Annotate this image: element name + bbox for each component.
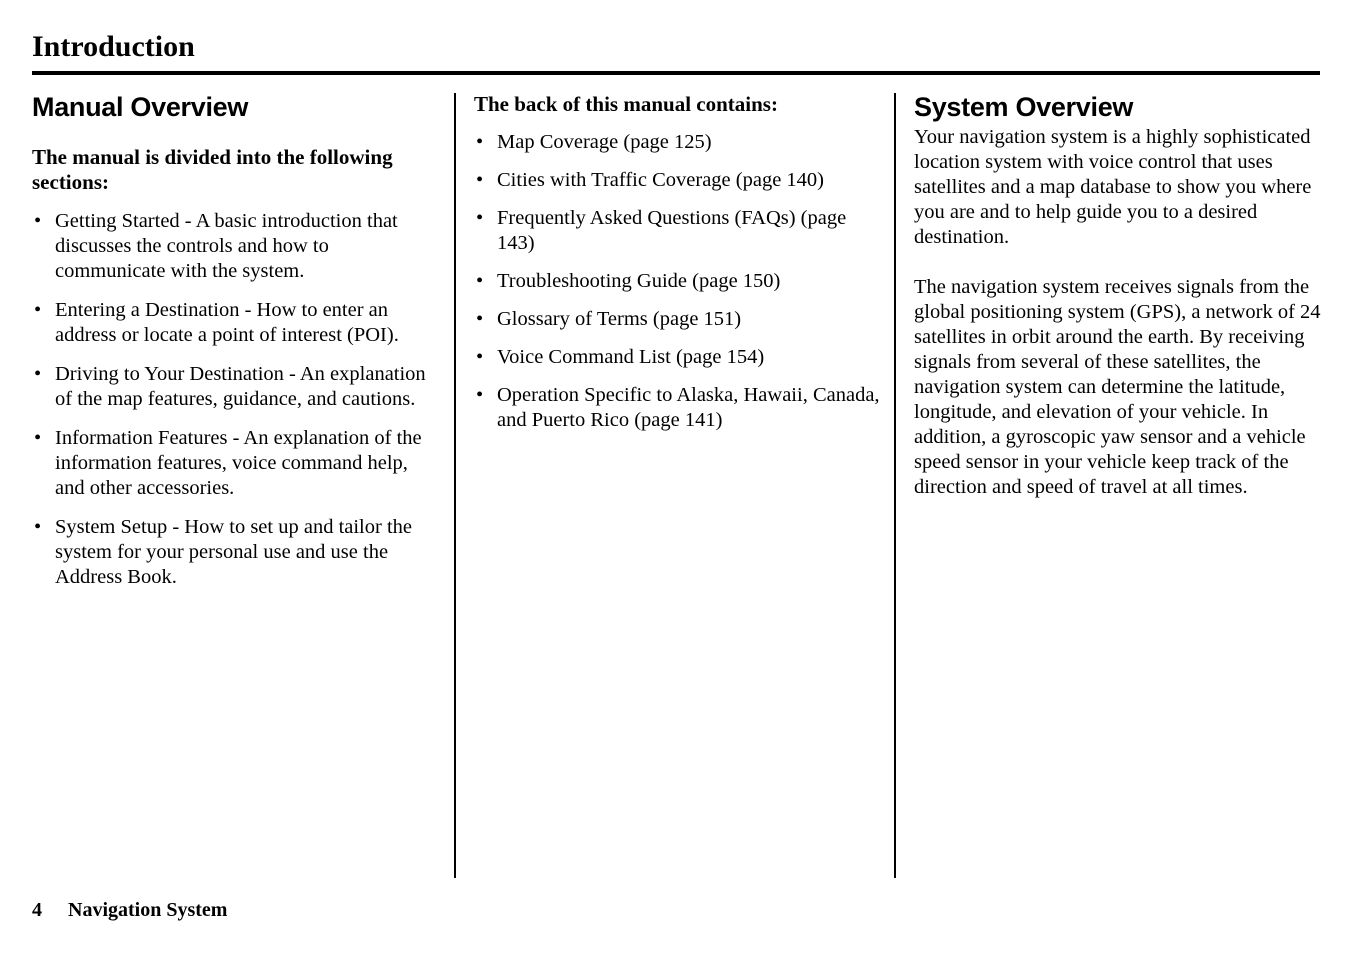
list-item: • Frequently Asked Questions (FAQs) (pag… xyxy=(474,206,882,256)
list-item: • Glossary of Terms (page 151) xyxy=(474,307,882,332)
bullet-icon: • xyxy=(476,270,484,292)
list-item-label: Driving to Your Destination - An explana… xyxy=(55,363,426,410)
column-right: System Overview Your navigation system i… xyxy=(914,92,1326,500)
list-item-label: System Setup - How to set up and tailor … xyxy=(55,516,412,588)
list-item: • Cities with Traffic Coverage (page 140… xyxy=(474,168,882,193)
bullet-icon: • xyxy=(476,169,484,191)
system-overview-heading: System Overview xyxy=(914,92,1134,122)
list-item-label: Map Coverage (page 125) xyxy=(497,131,712,153)
list-item: • Operation Specific to Alaska, Hawaii, … xyxy=(474,383,882,433)
list-item-label: Getting Started - A basic introduction t… xyxy=(55,210,398,282)
list-item: • Troubleshooting Guide (page 150) xyxy=(474,269,882,294)
system-overview-paragraph-2: The navigation system receives signals f… xyxy=(914,276,1321,498)
list-item: • Driving to Your Destination - An expla… xyxy=(32,362,440,412)
list-item-label: Information Features - An explanation of… xyxy=(55,427,422,499)
list-item: • Entering a Destination - How to enter … xyxy=(32,298,440,348)
list-item: • Voice Command List (page 154) xyxy=(474,345,882,370)
page-title: Introduction xyxy=(32,30,195,63)
bullet-icon: • xyxy=(476,131,484,153)
column-left: Manual Overview The manual is divided in… xyxy=(32,92,440,590)
bullet-icon: • xyxy=(34,427,42,449)
manual-overview-heading: Manual Overview xyxy=(32,92,249,122)
bullet-icon: • xyxy=(476,207,484,229)
manual-page: Introduction Manual Overview The manual … xyxy=(0,0,1352,954)
title-horizontal-rule xyxy=(32,71,1320,75)
list-item-label: Voice Command List (page 154) xyxy=(497,346,765,368)
manual-sections-subheading: The manual is divided into the following… xyxy=(32,145,393,194)
list-item: • Map Coverage (page 125) xyxy=(474,130,882,155)
back-of-manual-list: • Map Coverage (page 125) • Cities with … xyxy=(474,130,882,433)
footer-page-number: 4 xyxy=(32,899,42,921)
list-item: • Information Features - An explanation … xyxy=(32,426,440,501)
bullet-icon: • xyxy=(476,308,484,330)
list-item-label: Glossary of Terms (page 151) xyxy=(497,308,742,330)
column-divider-left xyxy=(454,93,456,878)
column-divider-right xyxy=(894,93,896,878)
footer-manual-name: Navigation System xyxy=(68,899,228,921)
list-item: • System Setup - How to set up and tailo… xyxy=(32,515,440,590)
manual-sections-list: • Getting Started - A basic introduction… xyxy=(32,209,440,590)
list-item: • Getting Started - A basic introduction… xyxy=(32,209,440,284)
list-item-label: Entering a Destination - How to enter an… xyxy=(55,299,399,346)
list-item-label: Troubleshooting Guide (page 150) xyxy=(497,270,781,292)
page-footer: 4 Navigation System xyxy=(32,898,227,922)
column-middle: The back of this manual contains: • Map … xyxy=(474,92,882,433)
bullet-icon: • xyxy=(476,384,484,406)
bullet-icon: • xyxy=(34,299,42,321)
list-item-label: Operation Specific to Alaska, Hawaii, Ca… xyxy=(497,384,880,431)
system-overview-paragraph-1: Your navigation system is a highly sophi… xyxy=(914,126,1312,248)
back-of-manual-heading: The back of this manual contains: xyxy=(474,92,778,116)
bullet-icon: • xyxy=(34,210,42,232)
bullet-icon: • xyxy=(34,363,42,385)
bullet-icon: • xyxy=(476,346,484,368)
list-item-label: Frequently Asked Questions (FAQs) (page … xyxy=(497,207,847,254)
list-item-label: Cities with Traffic Coverage (page 140) xyxy=(497,169,824,191)
bullet-icon: • xyxy=(34,516,42,538)
